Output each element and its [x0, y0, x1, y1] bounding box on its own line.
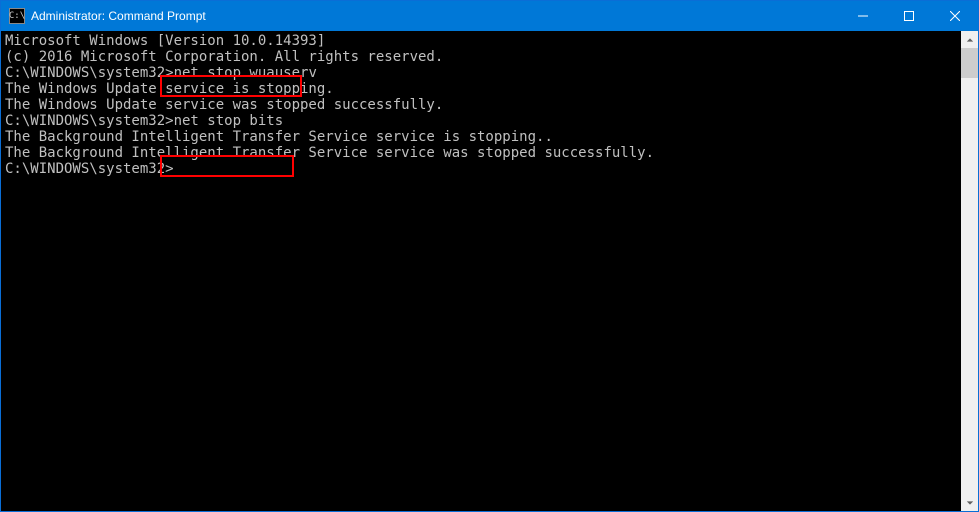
prompt: C:\WINDOWS\system32>	[5, 161, 174, 177]
scroll-track[interactable]	[961, 48, 978, 494]
terminal-output[interactable]: Microsoft Windows [Version 10.0.14393](c…	[1, 31, 961, 511]
output-line: The Background Intelligent Transfer Serv…	[5, 129, 961, 145]
maximize-icon	[904, 11, 914, 21]
command-line: C:\WINDOWS\system32>net stop bits	[5, 113, 961, 129]
maximize-button[interactable]	[886, 1, 932, 31]
vertical-scrollbar[interactable]	[961, 31, 978, 511]
output-line: The Windows Update service was stopped s…	[5, 97, 961, 113]
cursor	[174, 163, 182, 177]
output-line: (c) 2016 Microsoft Corporation. All righ…	[5, 49, 961, 65]
prompt: C:\WINDOWS\system32>	[5, 65, 174, 81]
command-text: net stop wuauserv	[174, 65, 317, 81]
output-line: The Background Intelligent Transfer Serv…	[5, 145, 961, 161]
titlebar[interactable]: C:\ Administrator: Command Prompt	[1, 1, 978, 31]
scroll-thumb[interactable]	[961, 48, 978, 78]
output-line: The Windows Update service is stopping.	[5, 81, 961, 97]
minimize-icon	[858, 11, 868, 21]
minimize-button[interactable]	[840, 1, 886, 31]
chevron-down-icon	[966, 499, 974, 507]
command-prompt-window: C:\ Administrator: Command Prompt Micros…	[0, 0, 979, 512]
cmd-icon: C:\	[9, 8, 25, 24]
close-icon	[950, 11, 960, 21]
scroll-down-button[interactable]	[961, 494, 978, 511]
command-text: net stop bits	[174, 113, 284, 129]
client-area: Microsoft Windows [Version 10.0.14393](c…	[1, 31, 978, 511]
prompt: C:\WINDOWS\system32>	[5, 113, 174, 129]
chevron-up-icon	[966, 36, 974, 44]
command-line: C:\WINDOWS\system32>net stop wuauserv	[5, 65, 961, 81]
scroll-up-button[interactable]	[961, 31, 978, 48]
window-controls	[840, 1, 978, 31]
window-title: Administrator: Command Prompt	[31, 9, 840, 23]
command-line: C:\WINDOWS\system32>	[5, 161, 961, 177]
close-button[interactable]	[932, 1, 978, 31]
output-line: Microsoft Windows [Version 10.0.14393]	[5, 33, 961, 49]
